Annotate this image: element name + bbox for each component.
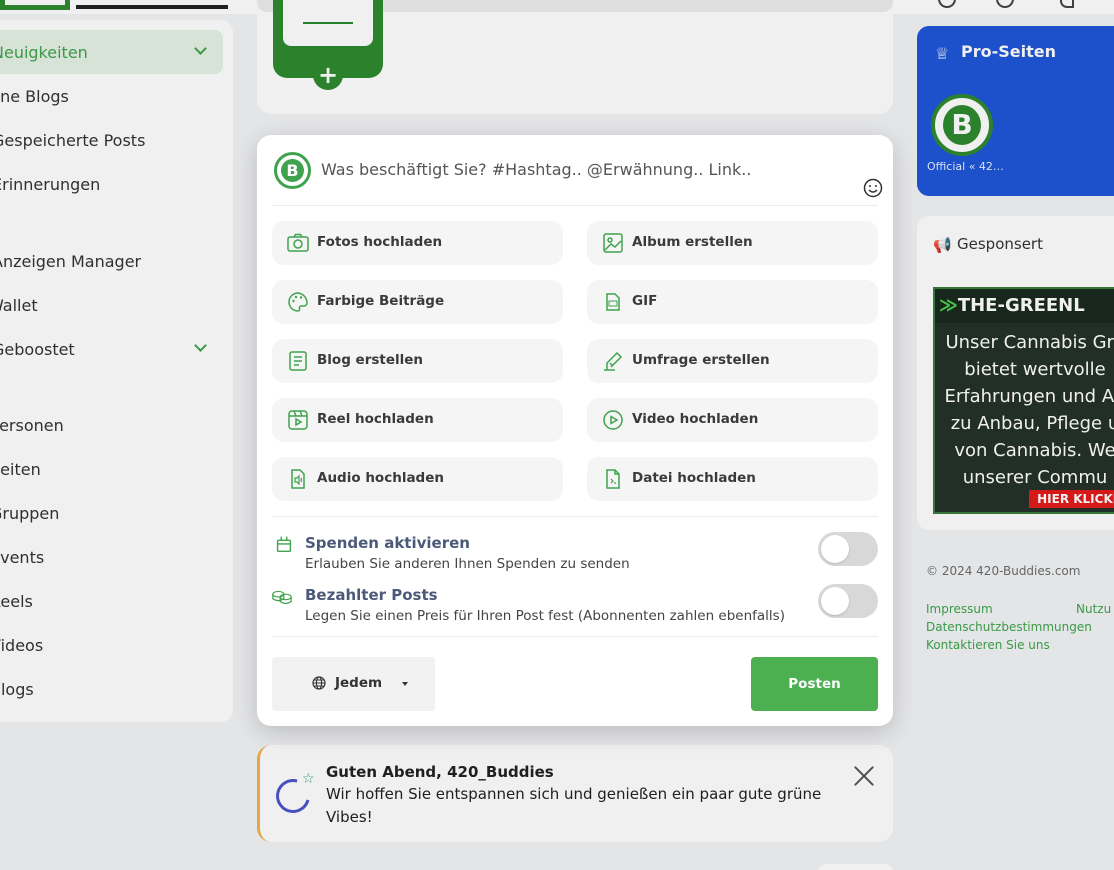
- camera-icon: [287, 233, 309, 252]
- poll-icon: [604, 351, 623, 371]
- donations-toggle[interactable]: [818, 532, 878, 566]
- album-icon: [603, 233, 623, 253]
- emoji-icon[interactable]: [863, 178, 883, 198]
- post-composer-modal: B Fotos hochladen Album erstellen Farbig…: [257, 135, 893, 726]
- gif-icon: [606, 293, 620, 311]
- create-blog-button[interactable]: Blog erstellen: [272, 339, 563, 383]
- toggle-knob: [821, 535, 849, 563]
- audience-dropdown[interactable]: Jedem: [272, 657, 435, 711]
- gif-button[interactable]: GIF: [587, 280, 878, 324]
- toggle-knob: [821, 587, 849, 615]
- video-icon: [603, 410, 623, 430]
- post-text-input[interactable]: [321, 155, 851, 183]
- file-icon: [606, 469, 620, 489]
- donations-title: Spenden aktivieren: [305, 534, 470, 552]
- reel-icon: [288, 410, 308, 430]
- blog-icon: [289, 351, 307, 371]
- audience-label: Jedem: [335, 675, 383, 691]
- divider: [272, 636, 878, 637]
- divider: [272, 516, 878, 517]
- coins-icon: [272, 590, 292, 604]
- audio-icon: [291, 469, 305, 489]
- chevron-down-icon: [402, 682, 408, 686]
- palette-icon: [288, 292, 308, 312]
- globe-icon: [312, 676, 326, 690]
- paid-posts-description: Legen Sie einen Preis für Ihren Post fes…: [305, 608, 785, 624]
- donations-description: Erlauben Sie anderen Ihnen Spenden zu se…: [305, 556, 630, 572]
- create-album-button[interactable]: Album erstellen: [587, 221, 878, 265]
- divider: [272, 205, 878, 206]
- avatar: B: [274, 152, 311, 189]
- colored-posts-button[interactable]: Farbige Beiträge: [272, 280, 563, 324]
- post-button[interactable]: Posten: [751, 657, 878, 711]
- upload-video-button[interactable]: Video hochladen: [587, 398, 878, 442]
- upload-file-button[interactable]: Datei hochladen: [587, 457, 878, 501]
- upload-photos-button[interactable]: Fotos hochladen: [272, 221, 563, 265]
- create-poll-button[interactable]: Umfrage erstellen: [587, 339, 878, 383]
- paid-posts-toggle[interactable]: [818, 584, 878, 618]
- gift-icon: [276, 536, 292, 552]
- upload-audio-button[interactable]: Audio hochladen: [272, 457, 563, 501]
- upload-reel-button[interactable]: Reel hochladen: [272, 398, 563, 442]
- paid-posts-title: Bezahlter Posts: [305, 586, 438, 604]
